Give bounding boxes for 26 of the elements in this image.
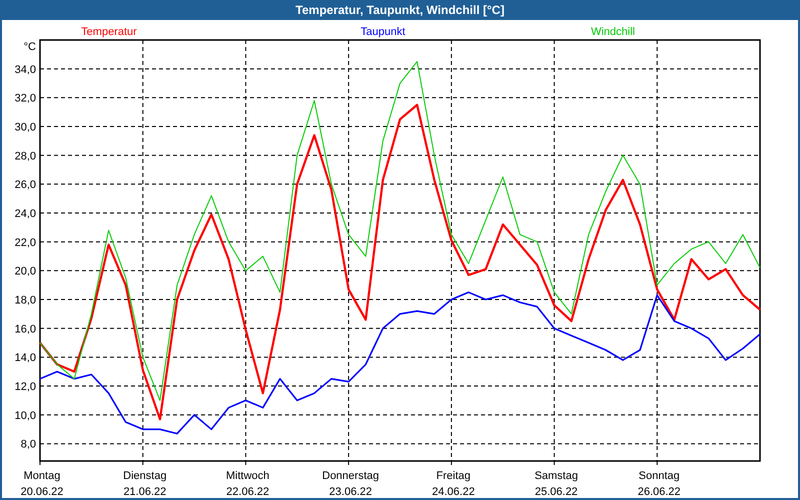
- y-tick-label: 14,0: [14, 352, 36, 364]
- x-tick-label: Samstag 25.06.22: [534, 470, 578, 498]
- y-axis-unit: °C: [24, 41, 36, 53]
- y-tick-label: 16,0: [14, 323, 36, 336]
- y-tick-label: 10,0: [14, 410, 36, 422]
- y-tick-label: 20,0: [14, 266, 36, 278]
- y-tick-label: 8,0: [20, 438, 36, 451]
- y-tick-label: 12,0: [14, 381, 36, 394]
- x-tick-label: Donnerstag 23.06.22: [322, 470, 379, 498]
- y-tick-label: 24,0: [14, 208, 36, 220]
- x-tick-label: Dienstag 21.06.22: [123, 470, 167, 498]
- y-tick-label: 34,0: [14, 64, 36, 76]
- y-tick-label: 32,0: [14, 92, 36, 105]
- legend-label: Windchill: [591, 26, 635, 38]
- window-title: Temperatur, Taupunkt, Windchill [°C]: [0, 0, 800, 20]
- x-tick-label: Montag 20.06.22: [20, 470, 64, 498]
- y-tick-label: 28,0: [14, 150, 36, 162]
- legend-label: Taupunkt: [360, 26, 406, 38]
- x-tick-label: Mittwoch 22.06.22: [226, 470, 270, 498]
- y-tick-label: 22,0: [14, 236, 36, 249]
- x-tick-label: Freitag 24.06.22: [432, 470, 475, 498]
- y-tick-label: 30,0: [14, 122, 36, 134]
- y-tick-label: 18,0: [14, 294, 36, 307]
- x-tick-label: Sonntag 26.06.22: [638, 470, 681, 498]
- legend-label: Temperatur: [81, 26, 137, 38]
- y-tick-label: 26,0: [14, 179, 36, 192]
